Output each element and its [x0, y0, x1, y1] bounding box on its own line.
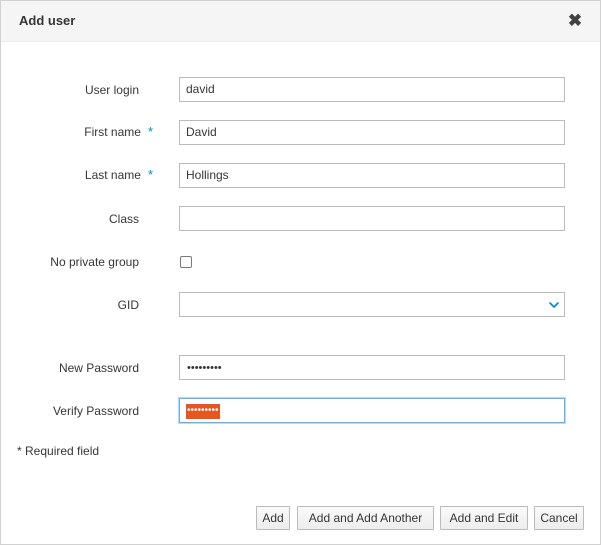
first-name-input[interactable]: David	[179, 120, 565, 145]
user-login-label: User login	[84, 83, 139, 97]
add-user-dialog: Add user ✖ User login david First name * …	[0, 0, 601, 545]
new-password-label: New Password	[58, 361, 139, 375]
required-field-note: * Required field	[17, 444, 100, 458]
verify-password-label: Verify Password	[52, 404, 139, 418]
verify-password-value: •••••••••	[186, 404, 220, 419]
no-private-group-checkbox[interactable]	[180, 256, 192, 268]
class-input[interactable]	[179, 206, 565, 231]
gid-label: GID	[117, 298, 139, 312]
user-login-input[interactable]: david	[179, 77, 565, 102]
dialog-header: Add user ✖	[1, 1, 600, 42]
add-and-edit-button[interactable]: Add and Edit	[440, 506, 528, 530]
verify-password-input[interactable]: •••••••••	[179, 398, 565, 423]
last-name-label: Last name *	[84, 167, 153, 183]
close-icon[interactable]: ✖	[566, 11, 584, 31]
first-name-label: First name *	[84, 124, 153, 140]
new-password-input[interactable]: •••••••••	[179, 355, 565, 380]
last-name-input[interactable]: Hollings	[179, 163, 565, 188]
required-star: *	[147, 167, 153, 182]
add-and-add-another-button[interactable]: Add and Add Another	[297, 506, 434, 530]
no-private-group-label: No private group	[50, 255, 139, 269]
dialog-title: Add user	[19, 13, 76, 28]
chevron-down-icon	[549, 302, 559, 308]
class-label: Class	[108, 212, 139, 226]
new-password-value: •••••••••	[187, 362, 222, 374]
required-star: *	[147, 124, 153, 139]
add-button[interactable]: Add	[256, 506, 290, 530]
cancel-button[interactable]: Cancel	[534, 506, 584, 530]
gid-select[interactable]	[179, 292, 565, 317]
